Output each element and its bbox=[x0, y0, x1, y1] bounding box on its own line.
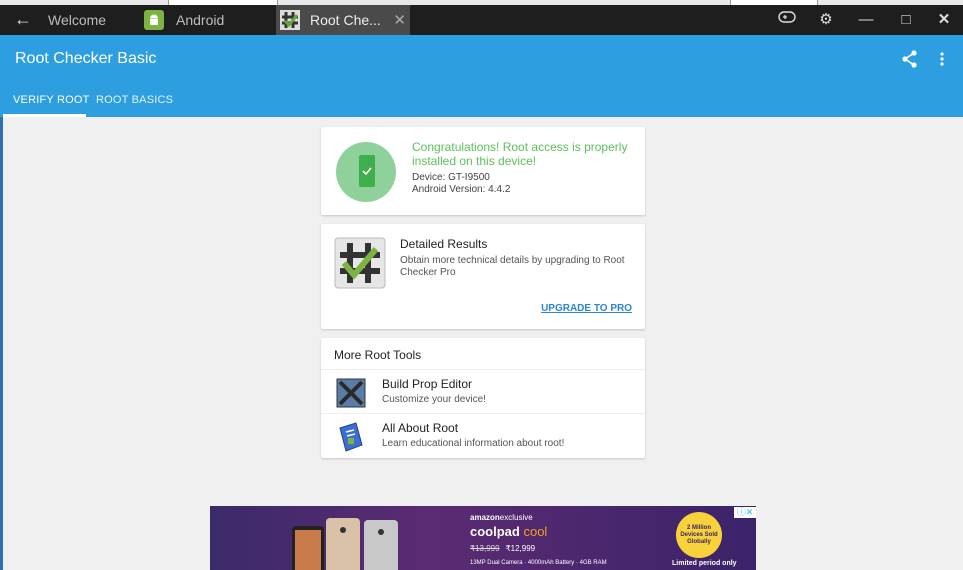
tab-welcome-label: Welcome bbox=[48, 12, 107, 28]
tab-root-basics[interactable]: ROOT BASICS bbox=[96, 94, 173, 106]
build-prop-editor-icon bbox=[334, 376, 368, 410]
gamepad-icon[interactable] bbox=[775, 10, 799, 30]
minimize-icon[interactable]: — bbox=[854, 10, 878, 30]
app-bar: Root Checker Basic VERIFY ROOT ROOT BASI… bbox=[0, 35, 963, 117]
ad-price: ₹13,999 ₹12,999 bbox=[470, 544, 535, 553]
all-about-root-title: All About Root bbox=[382, 421, 459, 435]
all-about-root-description: Learn educational information about root… bbox=[382, 438, 565, 449]
tab-verify-root[interactable]: VERIFY ROOT bbox=[13, 94, 90, 106]
tab-root-checker-label: Root Che... bbox=[310, 12, 381, 28]
ad-brand-amazon: amazon bbox=[470, 513, 500, 522]
ad-amazon-exclusive: amazonexclusive bbox=[470, 513, 533, 522]
ad-sold-badge: 2 Million Devices Sold Globally bbox=[676, 512, 722, 558]
root-success-icon bbox=[336, 142, 396, 202]
left-edge-bar bbox=[0, 117, 3, 570]
root-status-card: Congratulations! Root access is properly… bbox=[321, 127, 645, 215]
back-arrow-icon[interactable]: ← bbox=[14, 9, 32, 29]
advertisement-banner[interactable]: amazonexclusive coolpad cool ₹13,999 ₹12,… bbox=[210, 506, 756, 570]
share-icon[interactable] bbox=[900, 49, 920, 69]
window-titlebar: ← Welcome Android Root Che... ✕ ⚙ — □ ✕ bbox=[0, 5, 963, 35]
overflow-menu-icon[interactable] bbox=[937, 49, 947, 69]
root-checker-tab-icon bbox=[280, 10, 300, 30]
build-prop-editor-title: Build Prop Editor bbox=[382, 377, 473, 391]
root-checker-pro-icon bbox=[334, 237, 386, 289]
detailed-results-card: Detailed Results Obtain more technical d… bbox=[321, 224, 645, 329]
ad-choices-close-icon[interactable]: ⓘ✕ bbox=[734, 507, 756, 518]
ad-product-cool: cool bbox=[523, 524, 548, 539]
close-window-icon[interactable]: ✕ bbox=[932, 10, 956, 30]
detailed-results-description: Obtain more technical details by upgradi… bbox=[400, 255, 625, 278]
selected-tab-indicator bbox=[3, 114, 86, 117]
list-item-build-prop-editor[interactable]: Build Prop Editor Customize your device! bbox=[321, 369, 645, 414]
more-root-tools-card: More Root Tools Build Prop Editor Custom… bbox=[321, 338, 645, 458]
app-title: Root Checker Basic bbox=[15, 50, 157, 67]
ad-limited-offer: Limited period only bbox=[672, 560, 737, 567]
tab-android[interactable]: Android bbox=[144, 5, 224, 35]
build-prop-editor-description: Customize your device! bbox=[382, 394, 486, 405]
ad-brand-exclusive: exclusive bbox=[499, 513, 533, 522]
ad-price-old: ₹13,999 bbox=[470, 544, 500, 553]
ad-product-name: coolpad cool bbox=[470, 524, 547, 539]
tab-root-checker[interactable]: Root Che... ✕ bbox=[276, 5, 410, 35]
tab-close-icon[interactable]: ✕ bbox=[393, 11, 406, 29]
ad-price-new: ₹12,999 bbox=[505, 544, 536, 553]
device-info: Device: GT-I9500 bbox=[412, 172, 490, 183]
android-icon bbox=[144, 10, 164, 30]
upgrade-to-pro-button[interactable]: UPGRADE TO PRO bbox=[541, 303, 632, 314]
ad-phones-image bbox=[290, 514, 410, 570]
success-message: Congratulations! Root access is properly… bbox=[412, 140, 628, 168]
maximize-icon[interactable]: □ bbox=[894, 10, 918, 30]
android-version-info: Android Version: 4.4.2 bbox=[412, 184, 511, 195]
gear-icon[interactable]: ⚙ bbox=[814, 10, 838, 30]
ad-product-coolpad: coolpad bbox=[470, 524, 520, 539]
ad-features: 13MP Dual Camera · 4000mAh Battery · 4GB… bbox=[470, 560, 607, 566]
more-root-tools-title: More Root Tools bbox=[334, 348, 422, 362]
phone-check-icon bbox=[359, 155, 375, 187]
book-icon bbox=[334, 420, 368, 454]
tab-welcome[interactable]: Welcome bbox=[48, 5, 106, 35]
detailed-results-title: Detailed Results bbox=[400, 237, 488, 251]
tab-android-label: Android bbox=[176, 12, 225, 28]
list-item-all-about-root[interactable]: All About Root Learn educational informa… bbox=[321, 413, 645, 458]
